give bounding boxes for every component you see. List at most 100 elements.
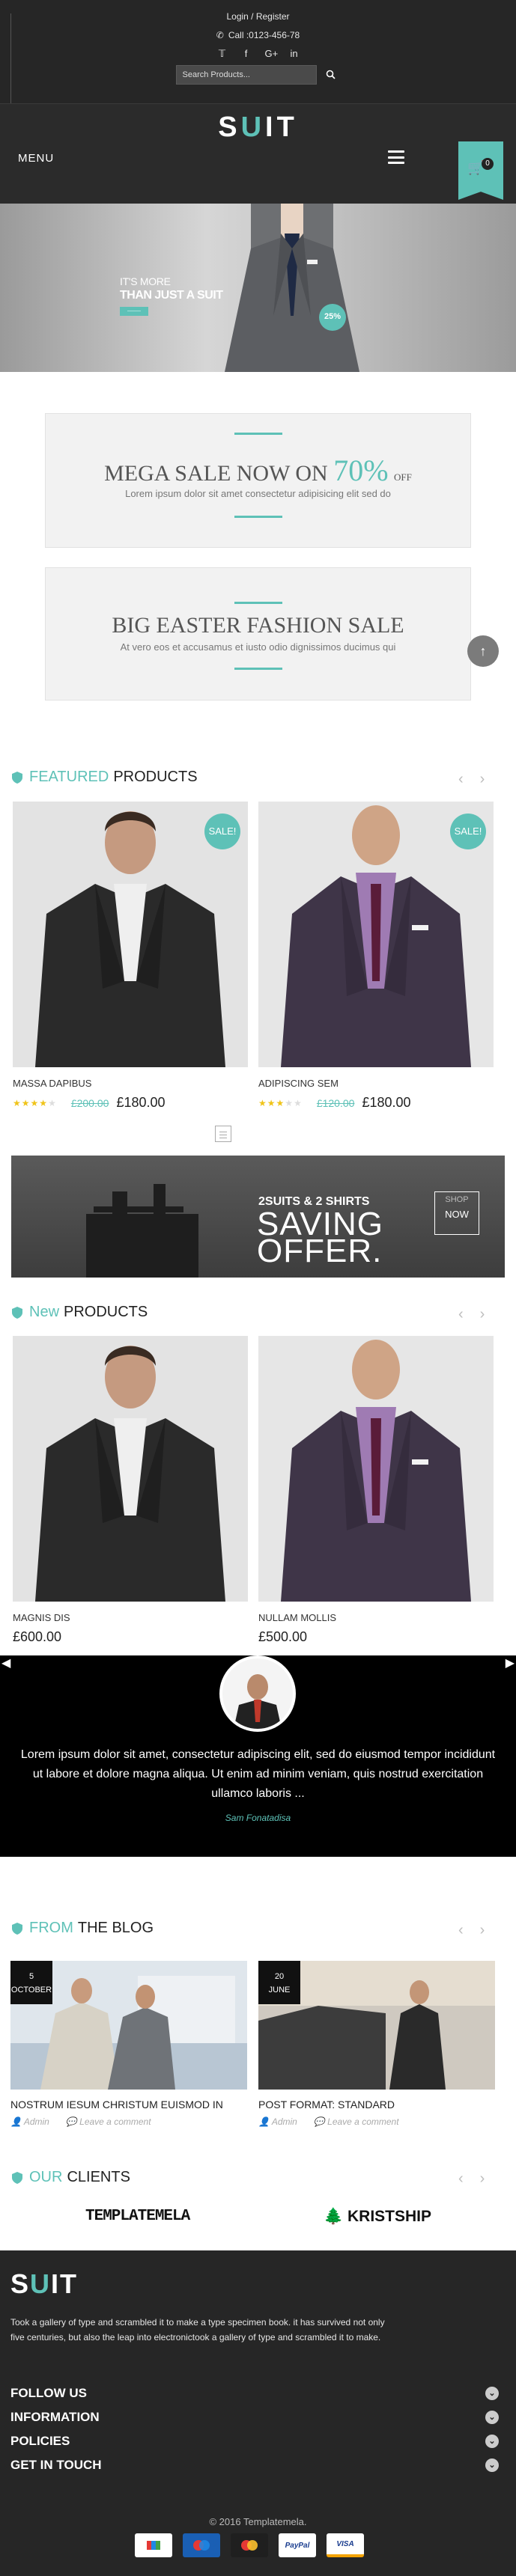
product-image[interactable]: SALE!: [13, 802, 248, 1067]
maestro-icon: [183, 2533, 220, 2557]
promo-easter-sale[interactable]: BIG EASTER FASHION SALE At vero eos et a…: [45, 567, 471, 701]
post-date: 5 OCTOBER: [10, 1961, 52, 2004]
blog-post[interactable]: 20 JUNE POST FORMAT: STANDARD 👤 Admin 💬 L…: [258, 1961, 495, 2127]
sale-badge: SALE!: [204, 814, 240, 849]
price: £180.00: [116, 1095, 166, 1110]
prev-arrow-icon[interactable]: ‹: [458, 2170, 464, 2188]
testimonial-author: Sam Fonatadisa: [225, 1813, 291, 1823]
hero-banner[interactable]: IT'S MORE THAN JUST A SUIT ——— 25%: [0, 204, 516, 372]
cart-button[interactable]: 🛒 0: [458, 141, 503, 200]
footer-policies[interactable]: POLICIES ⌄: [10, 2429, 499, 2453]
post-comment-link[interactable]: 💬 Leave a comment: [66, 2116, 151, 2127]
product-card[interactable]: SALE! ADIPISCING SEM ★ ★ ★ ★ ★ £120.00 £180.…: [258, 802, 494, 1111]
rating-stars: ★ ★ ★ ★ ★: [13, 1097, 56, 1108]
login-register-link[interactable]: Login / Register: [226, 11, 289, 22]
post-date: 20 JUNE: [258, 1961, 300, 2004]
hamburger-icon[interactable]: [388, 150, 404, 164]
promo-title: BIG EASTER FASHION SALE: [112, 613, 404, 638]
shield-icon: [12, 1306, 22, 1319]
product-name[interactable]: MASSA DAPIBUS: [13, 1078, 248, 1089]
offer-background-image: [86, 1184, 198, 1278]
testimonial-avatar: [219, 1655, 296, 1732]
black-suit-image: [13, 1336, 248, 1602]
comment-icon: 💬: [313, 2116, 325, 2127]
prev-arrow-icon[interactable]: ‹: [458, 1306, 464, 1323]
post-author[interactable]: 👤 Admin: [258, 2116, 297, 2127]
new-products-heading: New PRODUCTS: [12, 1304, 148, 1321]
post-title[interactable]: POST FORMAT: STANDARD: [258, 2099, 495, 2110]
next-arrow-icon[interactable]: ›: [480, 1306, 485, 1323]
next-arrow-icon[interactable]: ›: [480, 2170, 485, 2188]
next-arrow-icon[interactable]: ›: [480, 1922, 485, 1939]
footer-links: FOLLOW US ⌄ INFORMATION ⌄ POLICIES ⌄ GET IN…: [10, 2381, 499, 2477]
divider: [234, 433, 282, 435]
product-image[interactable]: [258, 1336, 494, 1602]
prev-arrow-icon[interactable]: ‹: [458, 1922, 464, 1939]
clients-heading: OUR CLIENTS: [12, 2169, 130, 2186]
promo-mega-sale[interactable]: MEGA SALE NOW ON 70% OFF Lorem ipsum dol…: [45, 413, 471, 548]
site-footer: SUIT Took a gallery of type and scramble…: [0, 2250, 516, 2576]
linkedin-icon[interactable]: in: [289, 48, 300, 59]
promo-subtitle: Lorem ipsum dolor sit amet consectetur a…: [125, 488, 391, 499]
client-logo-templatemela[interactable]: TEMPLATEMELA: [85, 2208, 190, 2225]
chevron-down-icon: ⌄: [485, 2435, 499, 2448]
post-comment-link[interactable]: 💬 Leave a comment: [314, 2116, 399, 2127]
blog-post[interactable]: 5 OCTOBER NOSTRUM IESUM CHRISTUM EUISMOD …: [10, 1961, 247, 2127]
shop-now-button[interactable]: SHOP NOW: [434, 1191, 479, 1235]
post-author[interactable]: 👤 Admin: [10, 2116, 49, 2127]
footer-about: Took a gallery of type and scrambled it …: [10, 2317, 385, 2342]
clients-carousel-nav: ‹ ›: [458, 2170, 485, 2188]
shield-icon: [12, 771, 22, 784]
product-card[interactable]: NULLAM MOLLIS £500.00: [258, 1336, 494, 1645]
footer-logo[interactable]: SUIT: [10, 2268, 78, 2300]
hero-shop-button[interactable]: ———: [120, 307, 148, 316]
product-image[interactable]: [13, 1336, 248, 1602]
pagination-icon[interactable]: [215, 1126, 231, 1142]
search-icon: [326, 70, 336, 79]
facebook-icon[interactable]: f: [241, 48, 252, 59]
next-arrow-icon[interactable]: ›: [480, 771, 485, 788]
product-card[interactable]: SALE! MASSA DAPIBUS ★ ★ ★ ★ ★ £200.00 £180.0…: [13, 802, 248, 1111]
twitter-icon[interactable]: 𝕋: [217, 48, 228, 60]
product-card[interactable]: MAGNIS DIS £600.00: [13, 1336, 248, 1645]
next-arrow-icon[interactable]: ▶: [506, 1655, 515, 1670]
saving-offer-banner[interactable]: 2SUITS & 2 SHIRTS SAVING OFFER. SHOP NOW: [11, 1156, 505, 1278]
post-title[interactable]: NOSTRUM IESUM CHRISTUM EUISMOD IN: [10, 2099, 247, 2110]
footer-follow-us[interactable]: FOLLOW US ⌄: [10, 2381, 499, 2405]
blog-carousel-nav: ‹ ›: [458, 1922, 485, 1939]
arrow-up-icon: ↑: [479, 643, 487, 659]
blog-image[interactable]: 5 OCTOBER: [10, 1961, 247, 2090]
menu-toggle[interactable]: MENU: [18, 152, 54, 165]
mastercard-icon: [231, 2533, 268, 2557]
googleplus-icon[interactable]: G+: [265, 48, 279, 59]
payment-card-icon: [135, 2533, 172, 2557]
tree-icon: 🌲: [324, 2208, 344, 2225]
old-price: £120.00: [316, 1096, 355, 1109]
rating-stars: ★ ★ ★ ★ ★: [258, 1097, 302, 1108]
footer-get-in-touch[interactable]: GET IN TOUCH ⌄: [10, 2453, 499, 2477]
divider: [234, 668, 282, 670]
product-name[interactable]: ADIPISCING SEM: [258, 1078, 494, 1089]
search-button[interactable]: [321, 65, 341, 85]
prev-arrow-icon[interactable]: ◀: [1, 1655, 10, 1670]
product-name[interactable]: NULLAM MOLLIS: [258, 1612, 494, 1623]
product-image[interactable]: SALE!: [258, 802, 494, 1067]
old-price: £200.00: [70, 1096, 109, 1109]
blog-image[interactable]: 20 JUNE: [258, 1961, 495, 2090]
promo-title: MEGA SALE NOW ON 70% OFF: [104, 454, 412, 487]
footer-information[interactable]: INFORMATION ⌄: [10, 2405, 499, 2429]
shield-icon: [12, 1922, 22, 1935]
testimonial-section: ◀ ▶ Lorem ipsum dolor sit amet, consecte…: [0, 1655, 516, 1857]
scroll-to-top-button[interactable]: ↑: [467, 635, 499, 667]
client-logo-kristship[interactable]: 🌲 KRISTSHIP: [324, 2208, 431, 2226]
top-bar: Login / Register ✆ Call :0123-456-78 𝕋 f…: [0, 0, 516, 103]
site-logo[interactable]: SUIT: [0, 112, 516, 144]
product-name[interactable]: MAGNIS DIS: [13, 1612, 248, 1623]
divider: [234, 602, 282, 604]
divider: [234, 516, 282, 518]
offer-title: SAVING OFFER.: [257, 1206, 384, 1269]
search-input[interactable]: [175, 64, 317, 85]
price: £600.00: [13, 1629, 62, 1644]
prev-arrow-icon[interactable]: ‹: [458, 771, 464, 788]
divider: [10, 13, 11, 103]
